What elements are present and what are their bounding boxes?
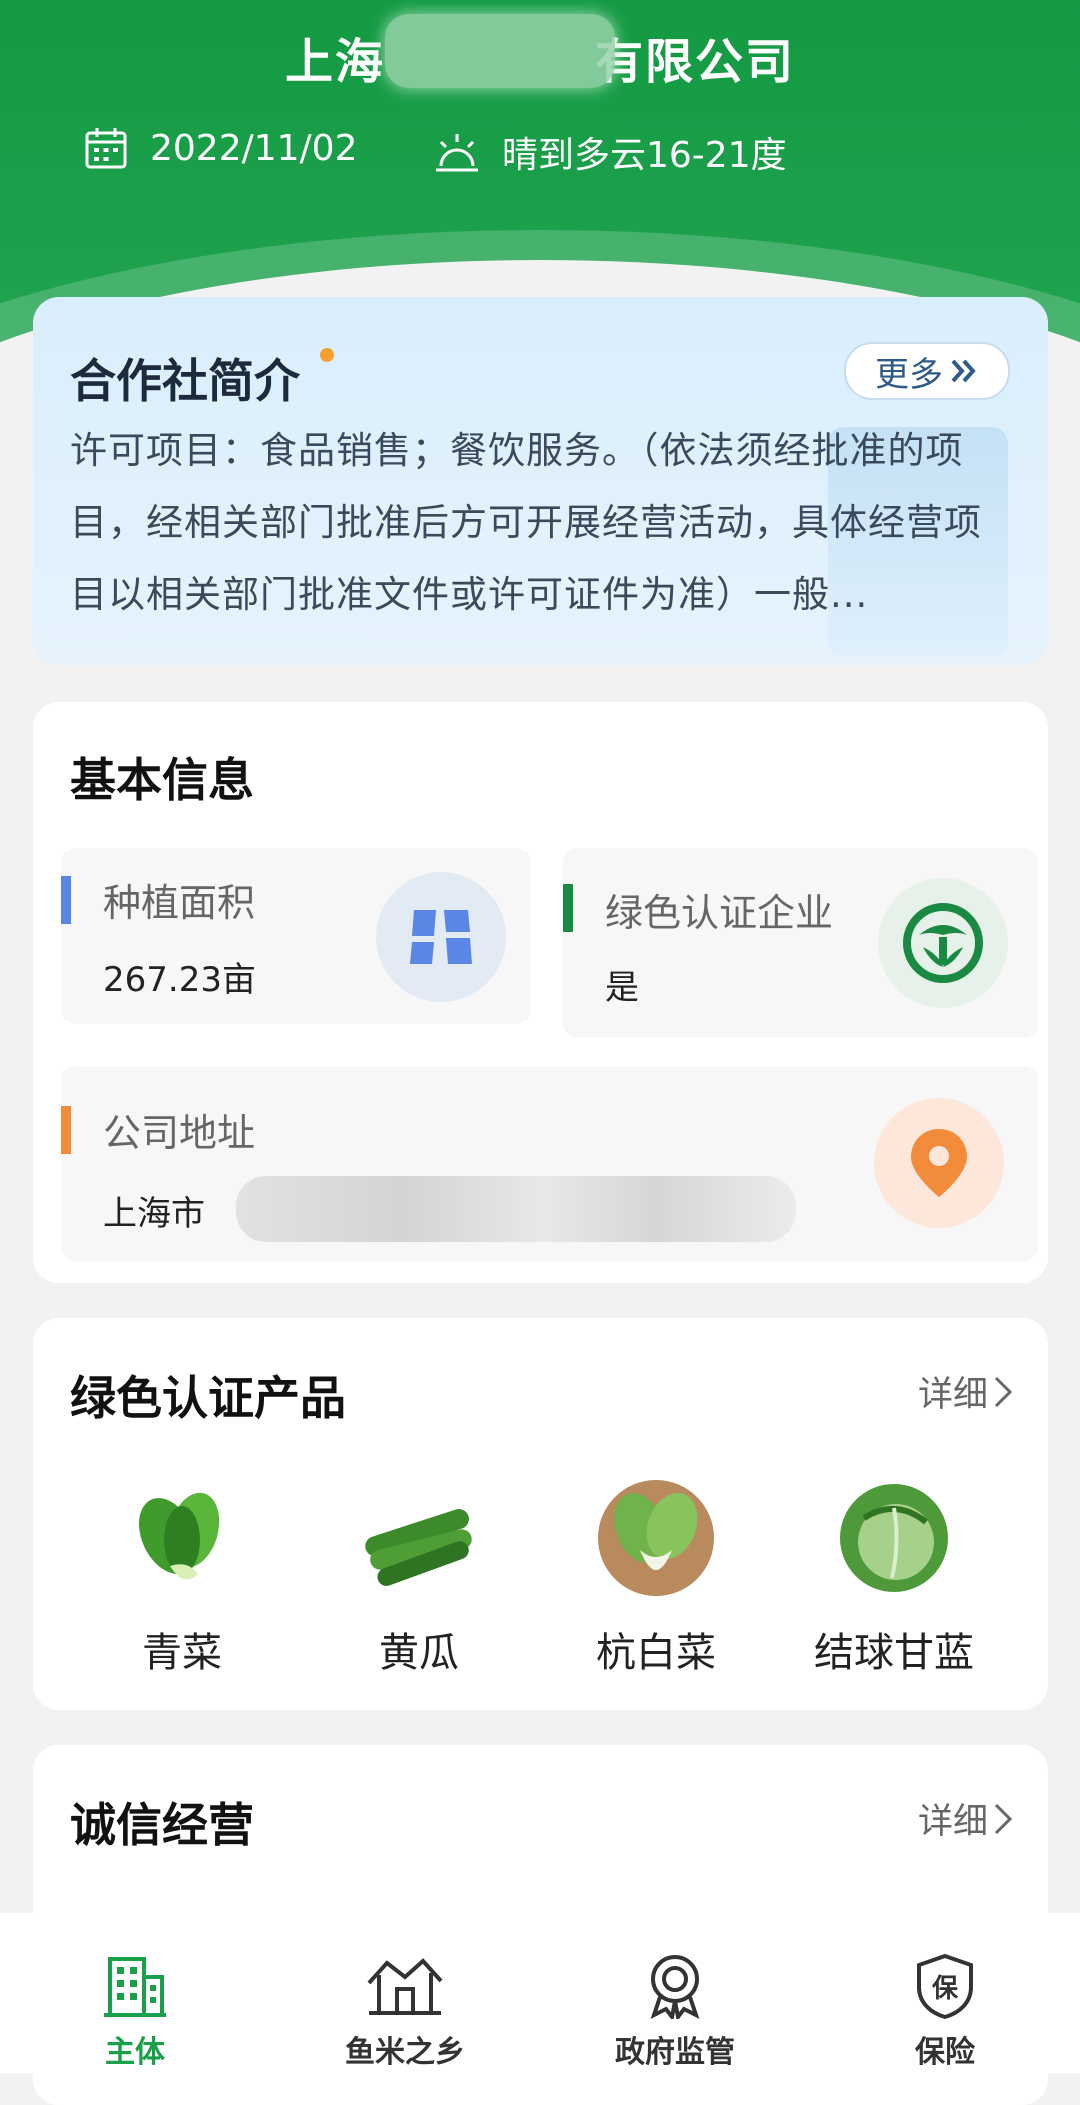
tab-insurance[interactable]: 保 保险 xyxy=(810,1913,1080,2073)
more-label: 更多 xyxy=(875,354,943,395)
product-name: 青菜 xyxy=(142,1630,222,1676)
weather-info: 晴到多云16-21度 xyxy=(434,126,787,178)
area-label: 种植面积 xyxy=(103,881,256,925)
company-name-prefix: 上海 xyxy=(284,34,385,90)
date-info: 2022/11/02 xyxy=(84,126,358,170)
product-item[interactable]: 杭白菜 xyxy=(556,1478,756,1678)
credit-detail-link[interactable]: 详细 xyxy=(918,1793,1014,1844)
hangzhou-cabbage-image xyxy=(598,1480,714,1596)
sunrise-cloud-icon xyxy=(436,134,478,172)
village-icon xyxy=(367,1958,443,2015)
intro-text: 许可项目：食品销售；餐饮服务。（依法须经批准的项目，经相关部门批准后方可开展经营… xyxy=(70,429,982,616)
products-detail-link[interactable]: 详细 xyxy=(918,1366,1014,1417)
credit-title: 诚信经营 xyxy=(70,1798,254,1852)
credit-detail-label: 详细 xyxy=(917,1802,988,1842)
address-bar xyxy=(61,1106,71,1154)
tab-gov-supervision[interactable]: 政府监管 xyxy=(540,1913,810,2073)
chevron-right-icon xyxy=(994,1803,1013,1834)
address-value: 上海市 xyxy=(103,1194,205,1234)
green-products-card: 绿色认证产品 详细 青菜 黄瓜 杭白菜 结球甘蓝 xyxy=(33,1318,1048,1710)
basic-info-title: 基本信息 xyxy=(70,753,254,807)
intro-card: 合作社简介 更多 许可项目：食品销售；餐饮服务。（依法须经批准的项目，经相关部门… xyxy=(33,297,1048,665)
tab-label: 政府监管 xyxy=(615,2035,735,2070)
badge-icon xyxy=(650,1955,700,2019)
tab-main[interactable]: 主体 xyxy=(0,1913,270,2073)
product-item[interactable]: 青菜 xyxy=(82,1478,282,1678)
more-button[interactable]: 更多 xyxy=(844,342,1010,400)
area-icon-bg xyxy=(376,872,506,1002)
address-box: 公司地址 上海市 xyxy=(61,1066,1038,1261)
map-blocks-icon xyxy=(410,910,472,964)
green-label: 绿色认证企业 xyxy=(605,891,834,935)
product-name: 结球甘蓝 xyxy=(814,1630,974,1676)
tab-hometown[interactable]: 鱼米之乡 xyxy=(270,1913,540,2073)
intro-title: 合作社简介 xyxy=(70,354,300,408)
basic-info-card: 基本信息 种植面积 267.23亩 绿色认证企业 是 公司地址 上海市 xyxy=(33,702,1048,1283)
tab-label: 鱼米之乡 xyxy=(345,2035,465,2070)
redacted-company-name xyxy=(385,14,615,88)
product-item[interactable]: 结球甘蓝 xyxy=(794,1478,994,1678)
address-icon-bg xyxy=(874,1098,1004,1228)
date-text: 2022/11/02 xyxy=(150,127,358,169)
building-icon xyxy=(104,1957,166,2017)
tab-label: 保险 xyxy=(915,2035,975,2070)
area-value: 267.23亩 xyxy=(103,960,256,1000)
planting-area-box: 种植面积 267.23亩 xyxy=(61,848,531,1024)
location-pin-icon xyxy=(911,1129,967,1197)
double-chevron-right-icon xyxy=(951,359,976,383)
green-cert-box: 绿色认证企业 是 xyxy=(563,848,1038,1038)
address-label: 公司地址 xyxy=(103,1111,256,1155)
svg-text:保: 保 xyxy=(931,1974,959,2004)
area-bar xyxy=(61,876,71,924)
redacted-address xyxy=(236,1176,796,1242)
products-title: 绿色认证产品 xyxy=(70,1371,346,1425)
shield-icon: 保 xyxy=(917,1953,973,2019)
cabbage-image xyxy=(840,1484,948,1592)
products-detail-label: 详细 xyxy=(917,1375,988,1415)
green-value: 是 xyxy=(605,968,639,1008)
green-icon-bg xyxy=(878,878,1008,1008)
product-item[interactable]: 黄瓜 xyxy=(319,1478,519,1678)
calendar-icon xyxy=(85,128,127,169)
product-name: 黄瓜 xyxy=(379,1630,459,1676)
green-bar xyxy=(563,884,573,932)
green-food-logo-icon xyxy=(903,903,983,983)
product-name: 杭白菜 xyxy=(596,1630,716,1676)
bok-choy-image xyxy=(138,1492,220,1580)
chevron-right-icon xyxy=(994,1376,1013,1407)
cucumber-image xyxy=(365,1509,472,1586)
tab-label: 主体 xyxy=(105,2035,165,2070)
bottom-tab-bar: 主体 鱼米之乡 政府监管 保 保险 xyxy=(0,1913,1080,2073)
company-name-suffix: 有限公司 xyxy=(595,34,796,90)
weather-text: 晴到多云16-21度 xyxy=(502,135,787,176)
new-dot xyxy=(320,348,334,362)
